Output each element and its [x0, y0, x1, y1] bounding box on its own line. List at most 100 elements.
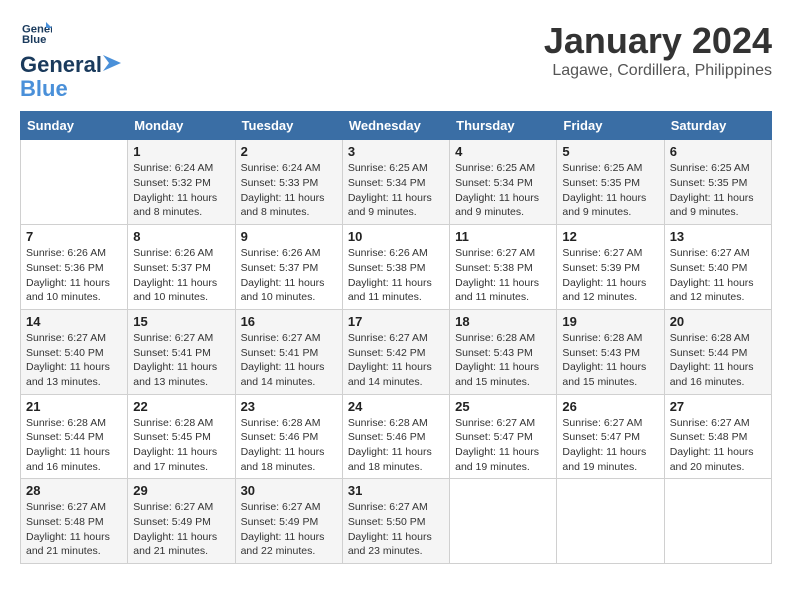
day-info: Sunrise: 6:27 AMSunset: 5:41 PMDaylight:…: [241, 331, 337, 390]
calendar-cell: 17Sunrise: 6:27 AMSunset: 5:42 PMDayligh…: [342, 309, 449, 394]
sunrise-text: Sunrise: 6:24 AM: [241, 161, 337, 176]
day-number: 8: [133, 229, 229, 244]
daylight-text: Daylight: 11 hours and 14 minutes.: [348, 360, 444, 389]
day-info: Sunrise: 6:27 AMSunset: 5:49 PMDaylight:…: [133, 500, 229, 559]
calendar-cell: 5 Sunrise: 6:25 AMSunset: 5:35 PMDaylight…: [557, 140, 664, 225]
calendar-table: SundayMondayTuesdayWednesdayThursdayFrid…: [20, 111, 772, 564]
sunset-text: Sunset: 5:41 PM: [133, 346, 229, 361]
day-info: Sunrise: 6:28 AMSunset: 5:44 PMDaylight:…: [670, 331, 766, 390]
sunset-text: Sunset: 5:35 PM: [670, 176, 766, 191]
day-info: Sunrise: 6:27 AMSunset: 5:40 PMDaylight:…: [26, 331, 122, 390]
calendar-cell: 31Sunrise: 6:27 AMSunset: 5:50 PMDayligh…: [342, 479, 449, 564]
day-number: 7: [26, 229, 122, 244]
calendar-cell: 4 Sunrise: 6:25 AMSunset: 5:34 PMDaylight…: [450, 140, 557, 225]
day-number: 11: [455, 229, 551, 244]
sunset-text: Sunset: 5:40 PM: [670, 261, 766, 276]
calendar-cell: 26Sunrise: 6:27 AMSunset: 5:47 PMDayligh…: [557, 394, 664, 479]
sunrise-text: Sunrise: 6:28 AM: [670, 331, 766, 346]
sunrise-text: Sunrise: 6:26 AM: [348, 246, 444, 261]
sunrise-text: Sunrise: 6:27 AM: [670, 246, 766, 261]
sunrise-text: Sunrise: 6:26 AM: [26, 246, 122, 261]
sunrise-text: Sunrise: 6:27 AM: [455, 246, 551, 261]
day-number: 5: [562, 144, 658, 159]
daylight-text: Daylight: 11 hours and 19 minutes.: [562, 445, 658, 474]
sunrise-text: Sunrise: 6:25 AM: [562, 161, 658, 176]
calendar-cell: 24Sunrise: 6:28 AMSunset: 5:46 PMDayligh…: [342, 394, 449, 479]
logo-blue: Blue: [20, 77, 121, 101]
sunrise-text: Sunrise: 6:27 AM: [26, 331, 122, 346]
day-number: 9: [241, 229, 337, 244]
day-number: 28: [26, 483, 122, 498]
daylight-text: Daylight: 11 hours and 11 minutes.: [348, 276, 444, 305]
sunrise-text: Sunrise: 6:27 AM: [26, 500, 122, 515]
daylight-text: Daylight: 11 hours and 22 minutes.: [241, 530, 337, 559]
calendar-cell: 9 Sunrise: 6:26 AMSunset: 5:37 PMDaylight…: [235, 225, 342, 310]
calendar-cell: 25Sunrise: 6:27 AMSunset: 5:47 PMDayligh…: [450, 394, 557, 479]
weekday-header-cell: Wednesday: [342, 112, 449, 140]
calendar-cell: 6Sunrise: 6:25 AMSunset: 5:35 PMDaylight…: [664, 140, 771, 225]
day-number: 18: [455, 314, 551, 329]
daylight-text: Daylight: 11 hours and 9 minutes.: [670, 191, 766, 220]
day-info: Sunrise: 6:27 AMSunset: 5:41 PMDaylight:…: [133, 331, 229, 390]
day-info: Sunrise: 6:28 AMSunset: 5:46 PMDaylight:…: [241, 416, 337, 475]
sunset-text: Sunset: 5:39 PM: [562, 261, 658, 276]
day-info: Sunrise: 6:26 AMSunset: 5:36 PMDaylight:…: [26, 246, 122, 305]
daylight-text: Daylight: 11 hours and 19 minutes.: [455, 445, 551, 474]
weekday-header-cell: Sunday: [21, 112, 128, 140]
daylight-text: Daylight: 11 hours and 15 minutes.: [562, 360, 658, 389]
calendar-cell: 10Sunrise: 6:26 AMSunset: 5:38 PMDayligh…: [342, 225, 449, 310]
sunrise-text: Sunrise: 6:27 AM: [670, 416, 766, 431]
daylight-text: Daylight: 11 hours and 15 minutes.: [455, 360, 551, 389]
calendar-cell: [21, 140, 128, 225]
day-info: Sunrise: 6:26 AMSunset: 5:37 PMDaylight:…: [241, 246, 337, 305]
sunset-text: Sunset: 5:44 PM: [670, 346, 766, 361]
sunset-text: Sunset: 5:41 PM: [241, 346, 337, 361]
weekday-header-cell: Thursday: [450, 112, 557, 140]
sunset-text: Sunset: 5:33 PM: [241, 176, 337, 191]
daylight-text: Daylight: 11 hours and 21 minutes.: [26, 530, 122, 559]
sunset-text: Sunset: 5:34 PM: [348, 176, 444, 191]
sunrise-text: Sunrise: 6:28 AM: [348, 416, 444, 431]
daylight-text: Daylight: 11 hours and 8 minutes.: [133, 191, 229, 220]
day-info: Sunrise: 6:27 AMSunset: 5:38 PMDaylight:…: [455, 246, 551, 305]
day-info: Sunrise: 6:28 AMSunset: 5:46 PMDaylight:…: [348, 416, 444, 475]
calendar-cell: 28Sunrise: 6:27 AMSunset: 5:48 PMDayligh…: [21, 479, 128, 564]
day-info: Sunrise: 6:27 AMSunset: 5:49 PMDaylight:…: [241, 500, 337, 559]
daylight-text: Daylight: 11 hours and 10 minutes.: [241, 276, 337, 305]
weekday-header-cell: Saturday: [664, 112, 771, 140]
weekday-header-cell: Friday: [557, 112, 664, 140]
daylight-text: Daylight: 11 hours and 18 minutes.: [241, 445, 337, 474]
logo-icon: General Blue: [22, 20, 52, 48]
daylight-text: Daylight: 11 hours and 12 minutes.: [562, 276, 658, 305]
calendar-cell: 29Sunrise: 6:27 AMSunset: 5:49 PMDayligh…: [128, 479, 235, 564]
daylight-text: Daylight: 11 hours and 8 minutes.: [241, 191, 337, 220]
sunrise-text: Sunrise: 6:27 AM: [241, 331, 337, 346]
day-number: 19: [562, 314, 658, 329]
day-info: Sunrise: 6:24 AMSunset: 5:32 PMDaylight:…: [133, 161, 229, 220]
daylight-text: Daylight: 11 hours and 14 minutes.: [241, 360, 337, 389]
day-number: 3: [348, 144, 444, 159]
day-info: Sunrise: 6:25 AMSunset: 5:34 PMDaylight:…: [455, 161, 551, 220]
day-info: Sunrise: 6:27 AMSunset: 5:47 PMDaylight:…: [455, 416, 551, 475]
calendar-cell: 16 Sunrise: 6:27 AMSunset: 5:41 PMDayligh…: [235, 309, 342, 394]
sunset-text: Sunset: 5:38 PM: [455, 261, 551, 276]
sunrise-text: Sunrise: 6:27 AM: [133, 500, 229, 515]
logo-general: General: [20, 53, 102, 77]
day-info: Sunrise: 6:25 AMSunset: 5:35 PMDaylight:…: [562, 161, 658, 220]
calendar-cell: 2Sunrise: 6:24 AMSunset: 5:33 PMDaylight…: [235, 140, 342, 225]
daylight-text: Daylight: 11 hours and 21 minutes.: [133, 530, 229, 559]
day-number: 15: [133, 314, 229, 329]
logo-arrow-icon: [103, 55, 121, 71]
calendar-week-row: 1Sunrise: 6:24 AMSunset: 5:32 PMDaylight…: [21, 140, 772, 225]
day-info: Sunrise: 6:25 AMSunset: 5:35 PMDaylight:…: [670, 161, 766, 220]
day-number: 26: [562, 399, 658, 414]
sunset-text: Sunset: 5:46 PM: [241, 430, 337, 445]
day-number: 16: [241, 314, 337, 329]
calendar-cell: 30Sunrise: 6:27 AMSunset: 5:49 PMDayligh…: [235, 479, 342, 564]
day-number: 23: [241, 399, 337, 414]
daylight-text: Daylight: 11 hours and 10 minutes.: [133, 276, 229, 305]
day-number: 4: [455, 144, 551, 159]
sunrise-text: Sunrise: 6:27 AM: [562, 416, 658, 431]
sunset-text: Sunset: 5:37 PM: [241, 261, 337, 276]
sunset-text: Sunset: 5:45 PM: [133, 430, 229, 445]
